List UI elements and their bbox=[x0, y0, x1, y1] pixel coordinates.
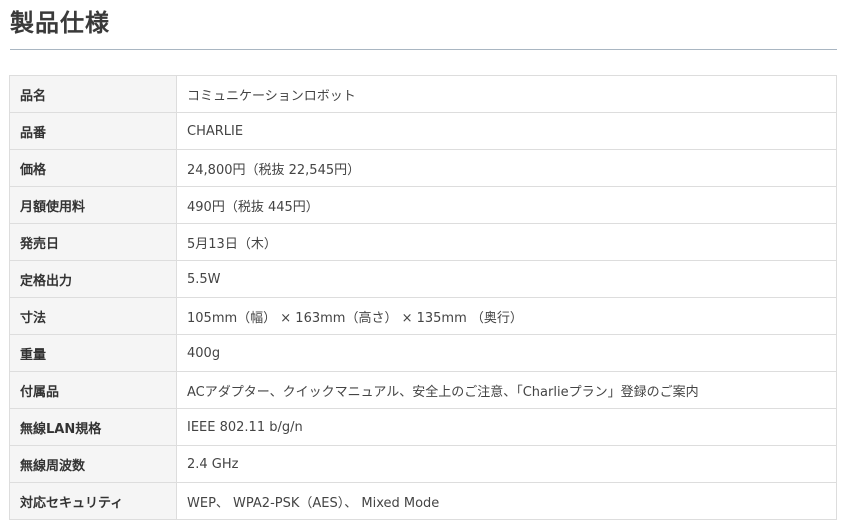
table-row: 月額使用料 490円（税抜 445円） bbox=[9, 186, 837, 224]
spec-value: 400g bbox=[176, 334, 837, 372]
table-row: 寸法 105mm（幅） × 163mm（高さ） × 135mm （奥行） bbox=[9, 297, 837, 335]
spec-label: 重量 bbox=[9, 334, 177, 372]
spec-label: 対応セキュリティ bbox=[9, 482, 177, 520]
spec-value: 2.4 GHz bbox=[176, 445, 837, 483]
table-row: 無線周波数 2.4 GHz bbox=[9, 445, 837, 483]
table-row: 品名 コミュニケーションロボット bbox=[9, 75, 837, 113]
table-row: 品番 CHARLIE bbox=[9, 112, 837, 150]
table-row: 対応セキュリティ WEP、 WPA2-PSK（AES）、 Mixed Mode bbox=[9, 482, 837, 520]
title-divider bbox=[10, 49, 837, 50]
spec-value: 5.5W bbox=[176, 260, 837, 298]
table-row: 定格出力 5.5W bbox=[9, 260, 837, 298]
spec-value: ACアダプター、クイックマニュアル、安全上のご注意、「Charlieプラン」登録… bbox=[176, 371, 837, 409]
spec-label: 品番 bbox=[9, 112, 177, 150]
spec-value: 105mm（幅） × 163mm（高さ） × 135mm （奥行） bbox=[176, 297, 837, 335]
page-title: 製品仕様 bbox=[10, 9, 110, 37]
spec-label: 付属品 bbox=[9, 371, 177, 409]
spec-value: CHARLIE bbox=[176, 112, 837, 150]
spec-value: IEEE 802.11 b/g/n bbox=[176, 408, 837, 446]
spec-value: コミュニケーションロボット bbox=[176, 75, 837, 113]
table-row: 無線LAN規格 IEEE 802.11 b/g/n bbox=[9, 408, 837, 446]
spec-label: 発売日 bbox=[9, 223, 177, 261]
spec-value: WEP、 WPA2-PSK（AES）、 Mixed Mode bbox=[176, 482, 837, 520]
table-row: 価格 24,800円（税抜 22,545円） bbox=[9, 149, 837, 187]
spec-label: 月額使用料 bbox=[9, 186, 177, 224]
spec-label: 定格出力 bbox=[9, 260, 177, 298]
table-row: 付属品 ACアダプター、クイックマニュアル、安全上のご注意、「Charlieプラ… bbox=[9, 371, 837, 409]
spec-value: 5月13日（木） bbox=[176, 223, 837, 261]
spec-table: 品名 コミュニケーションロボット 品番 CHARLIE 価格 24,800円（税… bbox=[9, 75, 837, 520]
spec-value: 24,800円（税抜 22,545円） bbox=[176, 149, 837, 187]
spec-label: 無線周波数 bbox=[9, 445, 177, 483]
table-row: 発売日 5月13日（木） bbox=[9, 223, 837, 261]
table-row: 重量 400g bbox=[9, 334, 837, 372]
spec-label: 無線LAN規格 bbox=[9, 408, 177, 446]
spec-label: 寸法 bbox=[9, 297, 177, 335]
spec-value: 490円（税抜 445円） bbox=[176, 186, 837, 224]
spec-label: 品名 bbox=[9, 75, 177, 113]
spec-label: 価格 bbox=[9, 149, 177, 187]
